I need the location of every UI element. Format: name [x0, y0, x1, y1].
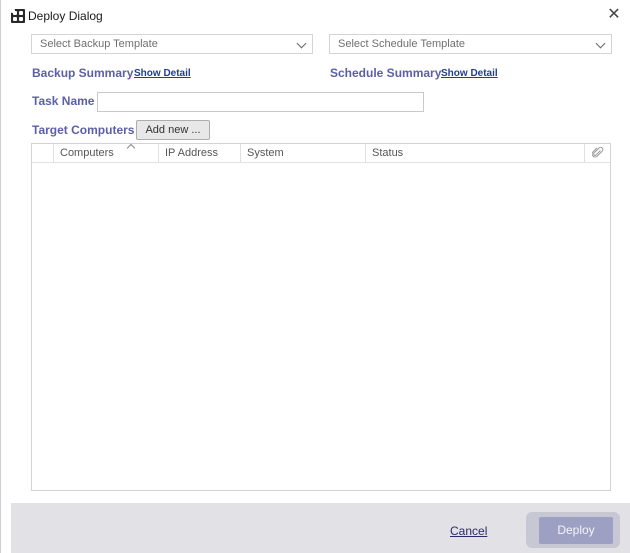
dialog-footer: Cancel Deploy: [11, 503, 630, 553]
app-grid-icon: [11, 9, 25, 23]
backup-template-select[interactable]: Select Backup Template: [31, 34, 313, 54]
schedule-template-select[interactable]: Select Schedule Template: [329, 34, 612, 54]
column-header-status[interactable]: Status: [365, 144, 584, 163]
deploy-button[interactable]: Deploy: [539, 517, 613, 544]
chevron-down-icon: [296, 38, 307, 49]
column-header-label: Computers: [60, 147, 114, 159]
task-name-label: Task Name: [32, 94, 95, 108]
column-header-label: IP Address: [165, 147, 218, 159]
title-bar: Deploy Dialog ✕: [1, 0, 630, 32]
column-header-system[interactable]: System: [240, 144, 365, 163]
sort-ascending-icon: [126, 143, 136, 153]
close-icon[interactable]: ✕: [605, 6, 623, 24]
backup-template-placeholder: Select Backup Template: [40, 38, 158, 50]
column-header-attachment[interactable]: [584, 144, 610, 163]
target-computers-table: Computers IP Address System Status: [31, 143, 611, 491]
select-column-header[interactable]: [32, 144, 53, 163]
schedule-summary-label: Schedule Summary: [330, 66, 442, 80]
column-header-computers[interactable]: Computers: [53, 143, 158, 163]
column-header-label: System: [247, 147, 284, 159]
cancel-button[interactable]: Cancel: [450, 524, 487, 538]
schedule-show-detail-link[interactable]: Show Detail: [441, 68, 498, 79]
paperclip-icon: [591, 146, 603, 158]
window-title: Deploy Dialog: [28, 9, 103, 23]
column-header-ip-address[interactable]: IP Address: [158, 144, 240, 163]
backup-show-detail-link[interactable]: Show Detail: [134, 68, 191, 79]
schedule-template-placeholder: Select Schedule Template: [338, 38, 465, 50]
target-computers-label: Target Computers: [32, 123, 135, 137]
add-new-computer-button[interactable]: Add new ...: [136, 120, 210, 140]
table-header: Computers IP Address System Status: [32, 143, 610, 163]
chevron-down-icon: [595, 38, 606, 49]
deploy-button-focus-ring: Deploy: [526, 512, 620, 548]
backup-summary-label: Backup Summary: [32, 66, 134, 80]
deploy-dialog: Deploy Dialog ✕ Select Backup Template S…: [0, 0, 630, 553]
task-name-input[interactable]: [97, 92, 424, 112]
column-header-label: Status: [372, 147, 404, 159]
